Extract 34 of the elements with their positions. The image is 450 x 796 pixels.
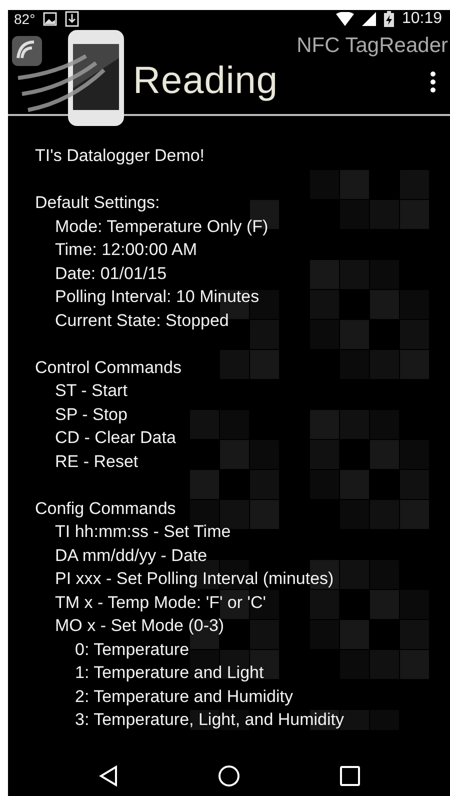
temperature-text: 82°	[14, 11, 36, 28]
recent-apps-icon[interactable]	[340, 766, 360, 786]
info-line: 0: Temperature	[74, 638, 190, 661]
info-line: DA mm/dd/yy - Date	[54, 544, 208, 567]
info-line: TI hh:mm:ss - Set Time	[54, 521, 232, 544]
app-name: NFC TagReader	[296, 34, 448, 58]
back-icon[interactable]	[98, 764, 118, 787]
info-line: MO x - Set Mode (0-3)	[54, 615, 226, 638]
wifi-icon	[336, 12, 354, 26]
info-line: Config Commands	[35, 498, 177, 520]
clock-text: 10:19	[402, 10, 442, 28]
download-icon	[65, 11, 80, 28]
info-line: ST - Start	[54, 380, 128, 402]
screen-title: Reading	[133, 60, 280, 104]
info-line: Time: 12:00:00 AM	[54, 239, 198, 262]
info-line: 2: Temperature and Humidity	[74, 686, 294, 708]
info-line: RE - Reset	[54, 450, 140, 473]
info-line: 1: Temperature and Light	[74, 662, 265, 684]
info-line: TM x - Temp Mode: 'F' or 'C'	[54, 592, 268, 614]
info-line: 3: Temperature, Light, and Humidity	[74, 709, 345, 732]
info-line: CD - Clear Data	[54, 427, 177, 450]
info-line: Default Settings:	[35, 192, 161, 214]
home-icon[interactable]	[218, 764, 240, 787]
info-line: TI's Datalogger Demo!	[35, 145, 206, 168]
info-line: Mode: Temperature Only (F)	[54, 216, 270, 238]
info-line: Current State: Stopped	[54, 310, 230, 332]
info-line: SP - Stop	[54, 404, 128, 426]
more-options-icon[interactable]	[430, 70, 436, 93]
info-line: Control Commands	[35, 356, 182, 379]
info-line: Date: 01/01/15	[54, 262, 168, 285]
info-line: Polling Interval: 10 Minutes	[54, 286, 260, 308]
signal-icon	[362, 12, 376, 26]
info-line: PI xxx - Set Polling Interval (minutes)	[54, 568, 335, 590]
image-icon	[43, 12, 58, 26]
